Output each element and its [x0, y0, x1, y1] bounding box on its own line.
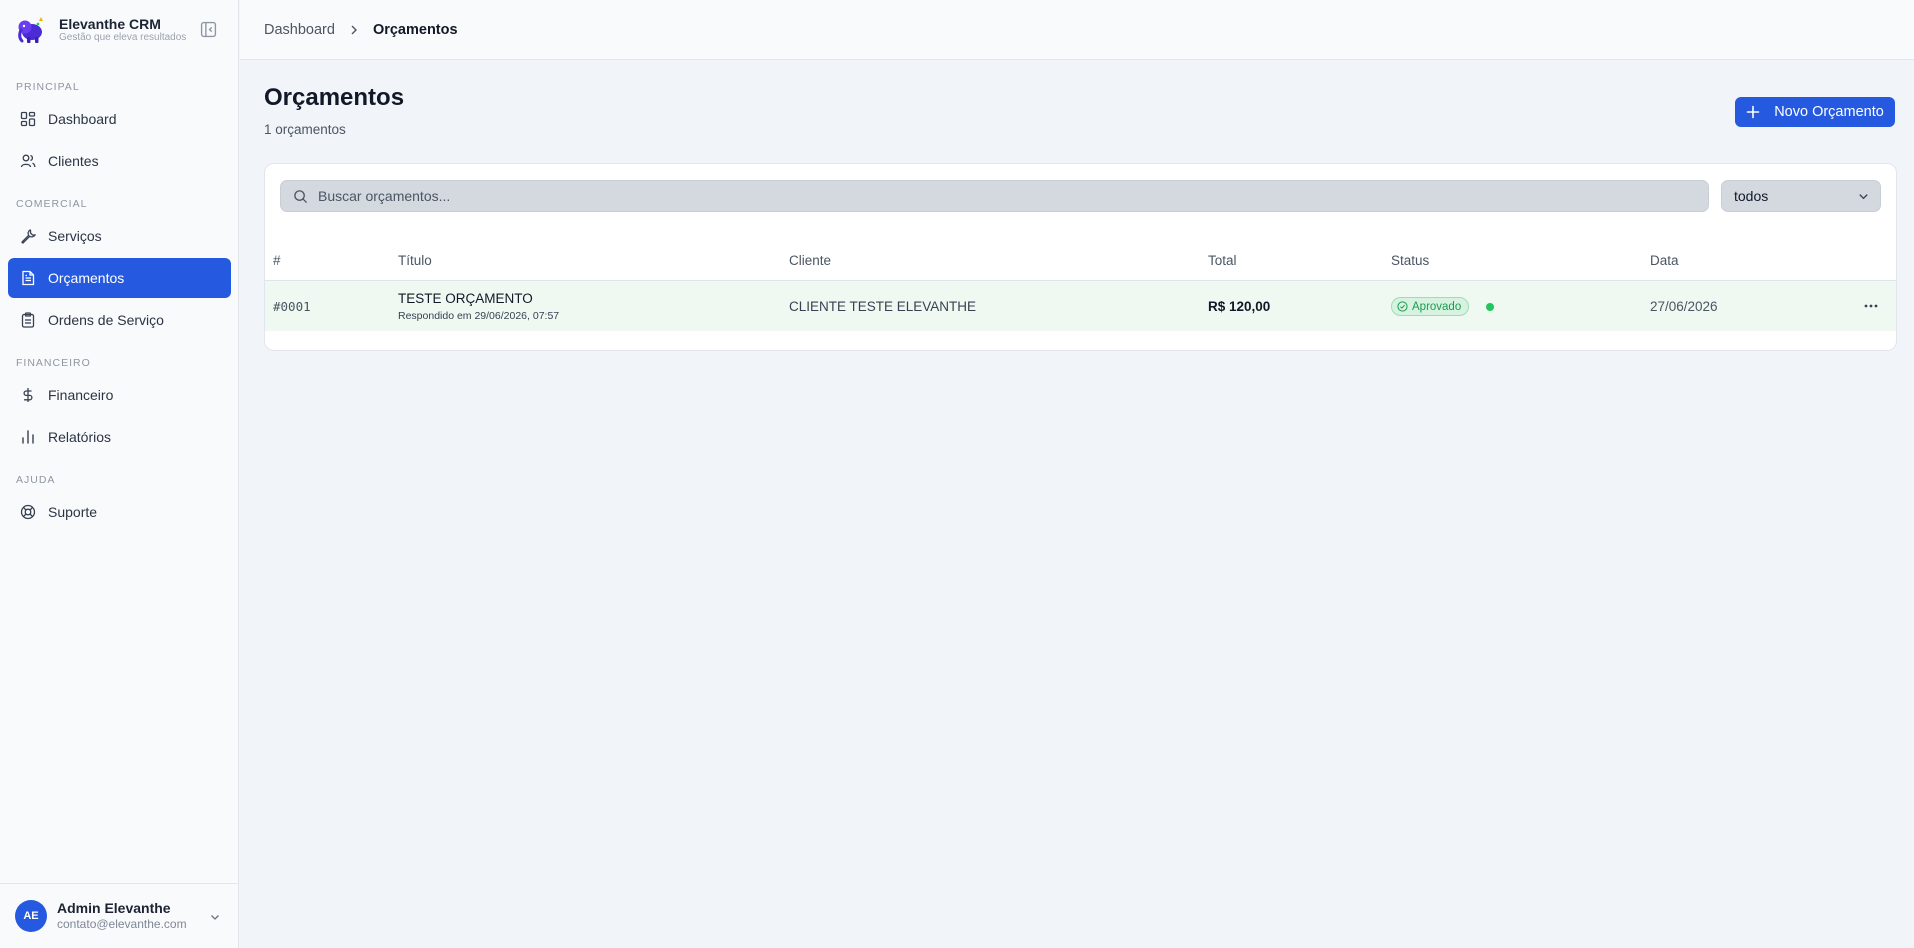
sidebar-item-label: Ordens de Serviço — [48, 312, 164, 328]
column-header-total: Total — [1208, 253, 1237, 268]
section-label-financeiro: FINANCEIRO — [16, 357, 91, 369]
new-quote-button[interactable]: Novo Orçamento — [1735, 97, 1895, 127]
search-input[interactable] — [318, 188, 1698, 204]
quotes-card: todos # Título Cliente Total Status Data… — [264, 163, 1897, 351]
search-icon — [294, 189, 308, 203]
sidebar-item-label: Suporte — [48, 504, 98, 520]
breadcrumb: Dashboard Orçamentos — [240, 0, 1914, 60]
status-badge: Aprovado — [1391, 297, 1470, 316]
sidebar-collapse-icon[interactable] — [200, 21, 217, 38]
chevron-down-icon — [1859, 194, 1868, 200]
page-subtitle: 1 orçamentos — [264, 122, 346, 137]
quote-responded-at: Respondido em 29/06/2026, 07:57 — [398, 310, 560, 322]
breadcrumb-dashboard-link[interactable]: Dashboard — [264, 22, 335, 38]
sidebar-item-label: Financeiro — [48, 387, 114, 403]
document-icon — [22, 270, 35, 286]
dollar-icon — [23, 388, 33, 402]
breadcrumb-current: Orçamentos — [372, 21, 458, 38]
sidebar-item-ordens-de-servico[interactable]: Ordens de Serviço — [8, 300, 231, 340]
clipboard-icon — [21, 312, 35, 328]
users-icon — [20, 154, 36, 168]
bar-chart-icon — [22, 430, 34, 444]
column-header-client: Cliente — [789, 253, 832, 268]
wrench-icon — [21, 229, 36, 244]
quote-total: R$ 120,00 — [1208, 299, 1271, 314]
sidebar: Elevanthe CRM Gestão que eleva resultado… — [0, 0, 239, 948]
user-name: Admin Elevanthe — [57, 900, 171, 916]
sidebar-item-label: Serviços — [48, 228, 102, 244]
page-title: Orçamentos — [264, 84, 405, 111]
quote-title: TESTE ORÇAMENTO — [398, 291, 533, 306]
status-filter-value: todos — [1734, 188, 1769, 204]
status-indicator-dot — [1486, 303, 1494, 311]
chevron-down-icon[interactable] — [208, 910, 222, 924]
column-header-title: Título — [398, 253, 432, 268]
column-header-status: Status — [1391, 253, 1430, 268]
quote-date: 27/06/2026 — [1650, 299, 1718, 314]
lifebuoy-icon — [20, 504, 36, 520]
sidebar-item-clientes[interactable]: Clientes — [8, 141, 231, 181]
section-label-comercial: COMERCIAL — [16, 198, 88, 210]
elephant-logo-icon — [18, 16, 43, 43]
sidebar-item-label: Dashboard — [48, 111, 117, 127]
status-badge-label: Aprovado — [1412, 300, 1462, 313]
sidebar-item-orcamentos[interactable]: Orçamentos — [8, 258, 231, 298]
sidebar-item-servicos[interactable]: Serviços — [8, 216, 231, 256]
check-circle-icon — [1397, 301, 1408, 312]
new-quote-button-label: Novo Orçamento — [1774, 104, 1884, 120]
sidebar-item-financeiro[interactable]: Financeiro — [8, 375, 231, 415]
chevron-right-icon — [351, 25, 357, 34]
sidebar-item-suporte[interactable]: Suporte — [8, 492, 231, 532]
search-box[interactable] — [280, 180, 1709, 212]
section-label-principal: PRINCIPAL — [16, 81, 80, 93]
column-header-number: # — [273, 253, 281, 268]
sidebar-item-label: Orçamentos — [48, 270, 125, 286]
plus-icon — [1746, 105, 1760, 119]
column-header-date: Data — [1650, 253, 1679, 268]
status-filter-select[interactable]: todos — [1721, 180, 1881, 212]
brand: Elevanthe CRM Gestão que eleva resultado… — [0, 0, 238, 59]
brand-name: Elevanthe CRM — [59, 15, 161, 32]
sidebar-item-label: Clientes — [48, 153, 99, 169]
brand-tagline: Gestão que eleva resultados — [59, 31, 187, 43]
sidebar-item-dashboard[interactable]: Dashboard — [8, 99, 231, 139]
section-label-ajuda: AJUDA — [16, 474, 56, 486]
sidebar-item-relatorios[interactable]: Relatórios — [8, 417, 231, 457]
quote-client: CLIENTE TESTE ELEVANTHE — [789, 299, 977, 314]
sidebar-item-label: Relatórios — [48, 429, 112, 445]
dashboard-grid-icon — [20, 111, 36, 127]
quote-number: #0001 — [273, 299, 311, 314]
user-menu[interactable]: AE Admin Elevanthe contato@elevanthe.com — [0, 883, 239, 948]
table-row[interactable]: #0001 TESTE ORÇAMENTO Respondido em 29/0… — [265, 281, 1896, 331]
more-options-icon[interactable] — [1863, 298, 1879, 314]
avatar: AE — [15, 900, 47, 932]
user-email: contato@elevanthe.com — [57, 917, 187, 931]
